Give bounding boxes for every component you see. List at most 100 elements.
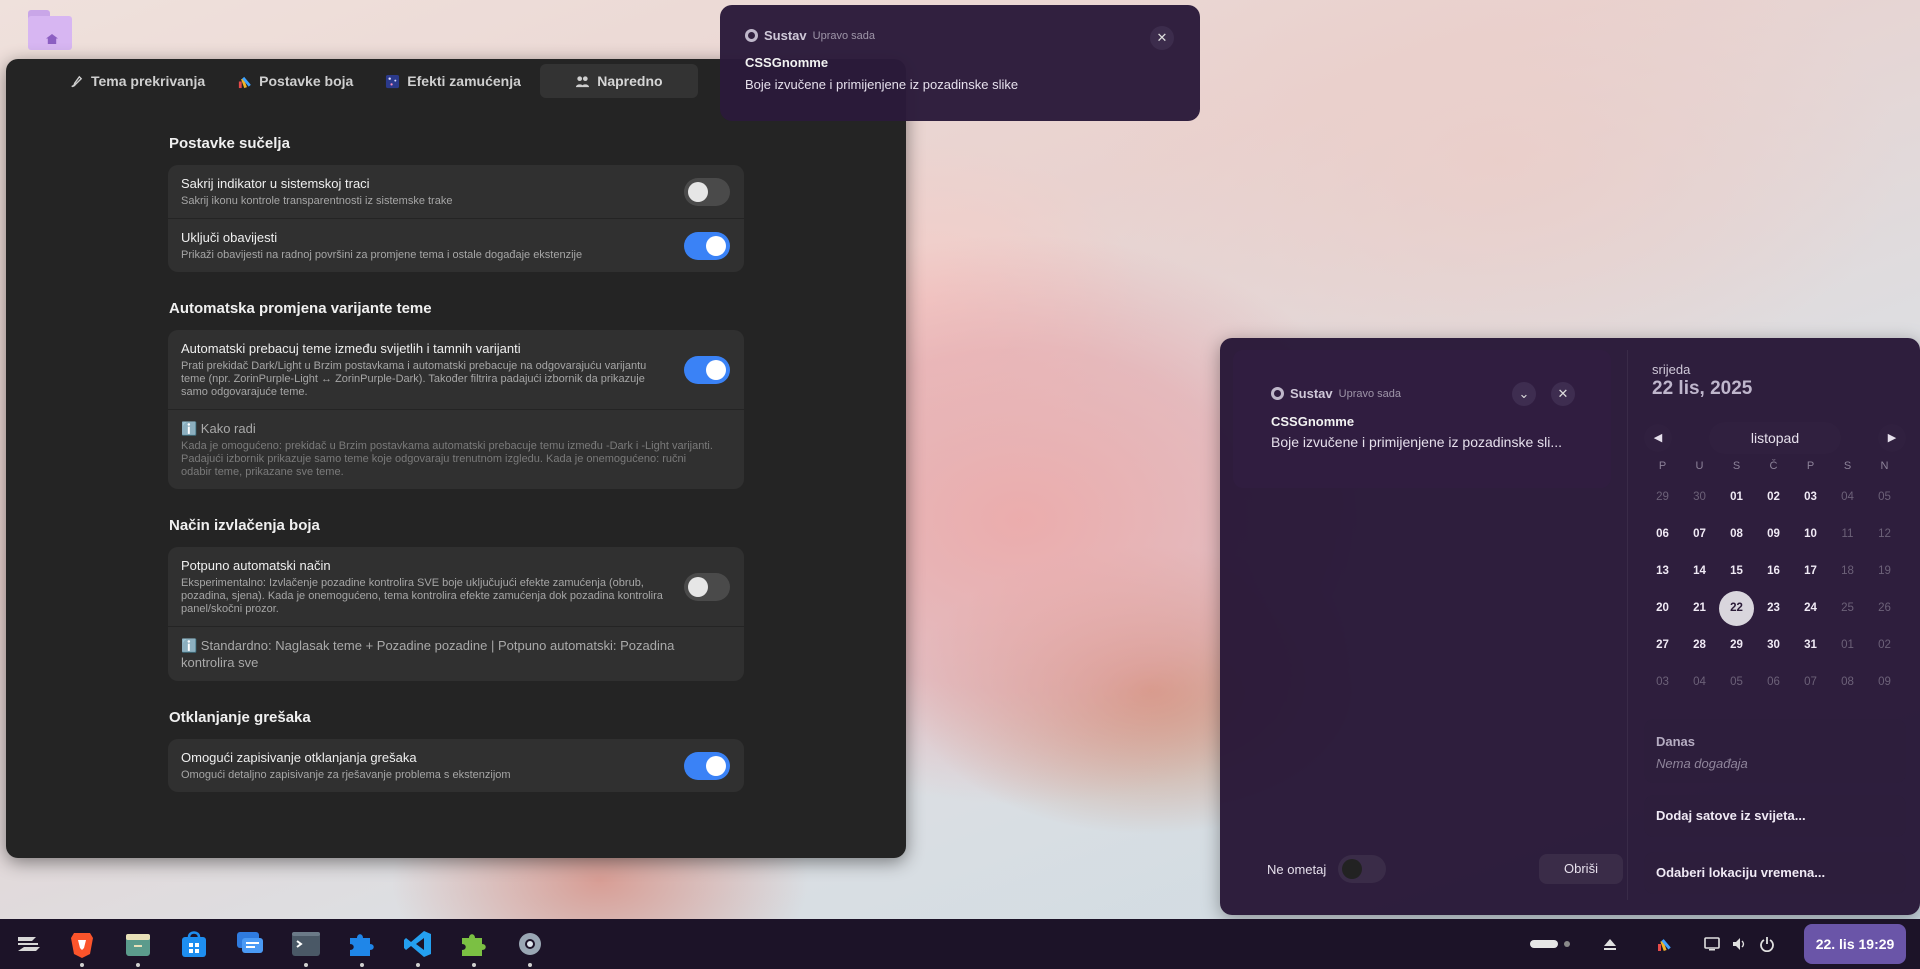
hide-indicator-toggle[interactable] xyxy=(684,177,730,206)
calendar-day[interactable]: 19 xyxy=(1866,554,1903,589)
calendar-day[interactable]: 14 xyxy=(1681,554,1718,589)
calendar-day[interactable]: 30 xyxy=(1755,628,1792,663)
extension-manager-icon[interactable] xyxy=(458,928,490,960)
settings-group: Sakrij indikator u sistemskoj traci Sakr… xyxy=(168,165,744,272)
extensions-icon[interactable] xyxy=(346,928,378,960)
do-not-disturb: Ne ometaj xyxy=(1267,855,1387,883)
calendar-day-today[interactable]: 22 xyxy=(1719,591,1754,626)
calendar-day[interactable]: 10 xyxy=(1792,517,1829,552)
setting-subtitle: Prikaži obavijesti na radnoj površini za… xyxy=(181,249,583,261)
calendar-day[interactable]: 02 xyxy=(1755,480,1792,515)
calendar-week: 03 04 05 06 07 08 09 xyxy=(1644,665,1906,702)
calendar-day[interactable]: 06 xyxy=(1644,517,1681,552)
notification-banner[interactable]: Sustav Upravo sada ✕ CSSGnomme Boje izvu… xyxy=(720,5,1200,121)
calendar-day[interactable]: 16 xyxy=(1755,554,1792,589)
notification-card[interactable]: Sustav Upravo sada ⌄ ✕ CSSGnomme Boje iz… xyxy=(1233,350,1611,488)
prev-month-icon[interactable]: ◀ xyxy=(1644,424,1672,452)
color-palette-indicator-icon[interactable] xyxy=(1656,936,1672,952)
dnd-toggle[interactable] xyxy=(1338,855,1387,883)
home-folder-icon[interactable] xyxy=(28,10,72,50)
calendar-day[interactable]: 18 xyxy=(1829,554,1866,589)
weather-location-button[interactable]: Odaberi lokaciju vremena... xyxy=(1644,852,1906,894)
calendar-day[interactable]: 21 xyxy=(1681,591,1718,626)
calendar-day[interactable]: 26 xyxy=(1866,591,1903,626)
eject-icon[interactable] xyxy=(1603,937,1617,951)
tab-advanced[interactable]: Napredno xyxy=(539,64,698,98)
calendar-day[interactable]: 04 xyxy=(1681,665,1718,700)
calendar-day[interactable]: 06 xyxy=(1755,665,1792,700)
calendar-day[interactable]: 29 xyxy=(1644,480,1681,515)
chat-icon[interactable] xyxy=(234,928,266,960)
tab-color-settings[interactable]: Postavke boja xyxy=(224,64,366,98)
banner-app-name: CSSGnomme xyxy=(745,55,829,70)
section-title-interface: Postavke sučelja xyxy=(169,135,290,152)
date-menu-panel: Sustav Upravo sada ⌄ ✕ CSSGnomme Boje iz… xyxy=(1220,338,1920,915)
tab-overlay-theme[interactable]: Tema prekrivanja xyxy=(56,64,218,98)
calendar-day[interactable]: 07 xyxy=(1681,517,1718,552)
calendar-day[interactable]: 29 xyxy=(1718,628,1755,663)
calendar-day[interactable]: 30 xyxy=(1681,480,1718,515)
calendar-day[interactable]: 28 xyxy=(1681,628,1718,663)
calendar-day[interactable]: 08 xyxy=(1718,517,1755,552)
calendar-day[interactable]: 20 xyxy=(1644,591,1681,626)
calendar-day[interactable]: 12 xyxy=(1866,517,1903,552)
calendar-day[interactable]: 13 xyxy=(1644,554,1681,589)
volume-icon[interactable] xyxy=(1731,936,1747,952)
toggle-knob xyxy=(706,359,726,380)
calendar-day[interactable]: 24 xyxy=(1792,591,1829,626)
blur-icon xyxy=(386,74,400,88)
brave-browser-icon[interactable] xyxy=(66,928,98,960)
clock-button[interactable]: 22. lis 19:29 xyxy=(1804,924,1906,964)
calendar-day[interactable]: 23 xyxy=(1755,591,1792,626)
close-icon[interactable]: ✕ xyxy=(1150,26,1174,50)
close-icon[interactable]: ✕ xyxy=(1551,382,1575,406)
calendar-day[interactable]: 25 xyxy=(1829,591,1866,626)
tab-blur-effects[interactable]: Efekti zamućenja xyxy=(372,64,534,98)
setting-subtitle: Omogući detaljno zapisivanje za rješavan… xyxy=(181,769,511,781)
taskbar: 22. lis 19:29 xyxy=(0,919,1920,969)
banner-time: Upravo sada xyxy=(812,29,876,42)
calendar-day[interactable]: 01 xyxy=(1829,628,1866,663)
zorin-menu-icon[interactable] xyxy=(12,928,44,960)
notifications-toggle[interactable] xyxy=(684,231,730,260)
calendar-day[interactable]: 27 xyxy=(1644,628,1681,663)
calendar-day[interactable]: 01 xyxy=(1718,480,1755,515)
debug-logging-toggle[interactable] xyxy=(684,751,730,780)
clear-notifications-button[interactable]: Obriši xyxy=(1539,854,1623,884)
world-clocks-button[interactable]: Dodaj satove iz svijeta... xyxy=(1644,795,1906,837)
settings-icon[interactable] xyxy=(514,928,546,960)
calendar-day[interactable]: 03 xyxy=(1644,665,1681,700)
chevron-down-icon[interactable]: ⌄ xyxy=(1512,382,1536,406)
calendar-day[interactable]: 11 xyxy=(1829,517,1866,552)
software-store-icon[interactable] xyxy=(178,928,210,960)
calendar-day[interactable]: 04 xyxy=(1829,480,1866,515)
calendar-month[interactable]: listopad xyxy=(1709,422,1841,454)
calendar-day[interactable]: 31 xyxy=(1792,628,1829,663)
power-icon[interactable] xyxy=(1759,936,1775,952)
calendar-date[interactable]: 22 lis, 2025 xyxy=(1652,378,1752,400)
calendar-day[interactable]: 17 xyxy=(1792,554,1829,589)
calendar-day[interactable]: 09 xyxy=(1755,517,1792,552)
calendar-day[interactable]: 07 xyxy=(1792,665,1829,700)
running-indicator xyxy=(136,963,140,967)
palette-icon xyxy=(239,76,251,88)
calendar-day[interactable]: 02 xyxy=(1866,628,1903,663)
files-icon[interactable] xyxy=(122,928,154,960)
calendar-day[interactable]: 03 xyxy=(1792,480,1829,515)
vscode-icon[interactable] xyxy=(402,928,434,960)
next-month-icon[interactable]: ▶ xyxy=(1878,424,1906,452)
calendar-day[interactable]: 15 xyxy=(1718,554,1755,589)
setting-title: Automatski prebacuj teme između svijetli… xyxy=(181,341,521,356)
terminal-icon[interactable] xyxy=(290,928,322,960)
auto-switch-toggle[interactable] xyxy=(684,355,730,384)
workspace-indicator[interactable] xyxy=(1530,919,1570,969)
screen-icon[interactable] xyxy=(1704,937,1720,951)
full-auto-toggle[interactable] xyxy=(684,572,730,601)
calendar-day[interactable]: 08 xyxy=(1829,665,1866,700)
panel-divider xyxy=(1627,350,1628,900)
events-today[interactable]: Danas Nema događaja xyxy=(1644,719,1906,783)
calendar-day[interactable]: 05 xyxy=(1866,480,1903,515)
info-row-how-it-works: ℹ️ Kako radi Kada je omogućeno: prekidač… xyxy=(168,410,744,489)
calendar-day[interactable]: 05 xyxy=(1718,665,1755,700)
calendar-day[interactable]: 09 xyxy=(1866,665,1903,700)
